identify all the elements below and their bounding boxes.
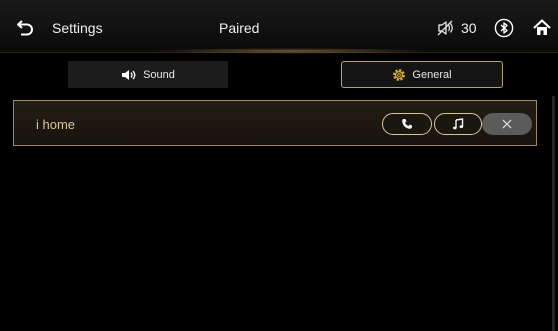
tab-general-label: General: [412, 68, 452, 81]
mute-icon[interactable]: [437, 20, 455, 36]
bluetooth-icon[interactable]: [494, 18, 514, 38]
close-icon: [502, 119, 512, 129]
back-arrow-icon[interactable]: [16, 20, 34, 36]
call-button[interactable]: [382, 113, 432, 135]
tab-general[interactable]: General: [341, 61, 503, 88]
device-name: i home: [36, 117, 76, 132]
volume-level: 30: [461, 20, 477, 36]
tab-sound-label: Sound: [143, 68, 175, 81]
scrollbar[interactable]: [552, 96, 555, 331]
section-title: Paired: [219, 20, 260, 36]
music-button[interactable]: [434, 113, 482, 135]
gear-icon: [393, 68, 406, 81]
tab-sound[interactable]: Sound: [68, 61, 228, 88]
speaker-icon: [122, 69, 136, 80]
page-title: Settings: [52, 20, 103, 36]
phone-icon: [402, 119, 412, 129]
music-note-icon: [453, 118, 464, 130]
paired-device-row[interactable]: i home: [13, 100, 537, 146]
title-glow: [150, 48, 430, 54]
top-bar: Settings Paired 30: [0, 0, 558, 54]
home-icon[interactable]: [533, 19, 551, 37]
remove-device-button[interactable]: [482, 113, 532, 135]
